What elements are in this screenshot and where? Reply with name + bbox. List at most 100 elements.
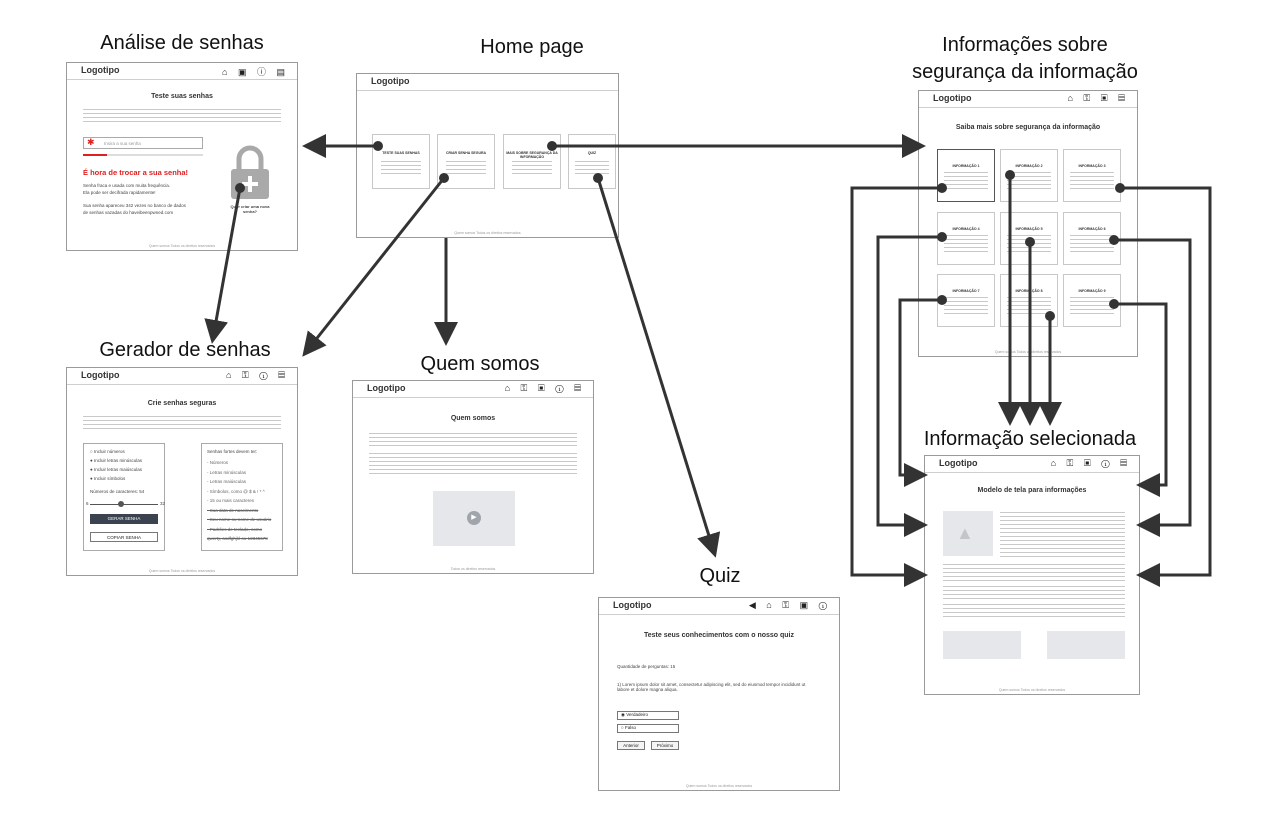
option-true[interactable]: ◉ Verdadeiro (617, 711, 679, 720)
gerador-intro-text (83, 416, 281, 430)
option-4[interactable]: ● Incluir símbolos (90, 476, 125, 481)
title-info-line1: Informações sobre (942, 34, 1108, 56)
info-card-title: INFORMAÇÃO 6 (1078, 227, 1106, 231)
rule-item: - 15 ou mais caracteres (207, 498, 255, 503)
play-icon[interactable]: ▶ (467, 511, 481, 525)
selecionada-frame: Logotipo ⌂ ⚿ ▣ ⓘ ▤ Modelo de tela para in… (924, 455, 1140, 695)
info-card-2[interactable]: INFORMAÇÃO 2 (1000, 149, 1058, 202)
nav-icons[interactable]: ⌂ ▣ ⓘ ▤ (222, 65, 289, 78)
option-2[interactable]: ● Incluir letras minúsculas (90, 458, 142, 463)
info-heading: Saiba mais sobre segurança da informação (955, 124, 1101, 131)
quem-footer: Todos os direitos reservados (450, 567, 496, 571)
quem-heading: Quem somos (450, 415, 496, 422)
image-placeholder-1: ▲ (943, 511, 993, 556)
quem-frame: Logotipo ⌂ ⚿ ▣ ⓘ ▤ Quem somos ▶ Todos os … (352, 380, 594, 574)
alert-text-4: de senhas vazadas do haveibeenpwned.com (83, 210, 174, 215)
info-card-3[interactable]: INFORMAÇÃO 3 (1063, 149, 1121, 202)
nav-icons[interactable]: ⌂ ⚿ ▣ ⓘ ▤ (1051, 458, 1131, 469)
home-card-1[interactable]: TESTE SUAS SENHAS (372, 134, 430, 189)
quiz-question: 1) Lorem ipsum dolor sit amet, consectet… (617, 682, 806, 692)
prev-button[interactable]: Anterior (617, 741, 645, 750)
info-card-title: INFORMAÇÃO 8 (1015, 289, 1043, 293)
rules-panel: Senhas fortes devem ter: - Números - Letr… (201, 443, 283, 551)
generate-button[interactable]: GERAR SENHA (90, 514, 158, 524)
home-frame: Logotipo TESTE SUAS SENHAS CRIAR SENHA S… (356, 73, 619, 238)
analise-intro-text (83, 109, 281, 123)
selecionada-text-3 (943, 564, 1125, 582)
selecionada-text-2 (1000, 544, 1125, 560)
info-card-title: INFORMAÇÃO 9 (1078, 289, 1106, 293)
analise-header: Logotipo ⌂ ▣ ⓘ ▤ (67, 63, 297, 80)
nav-icons[interactable]: ◀ ⌂ ⚿ ▣ ⓘ (749, 600, 831, 611)
quiz-header: Logotipo ◀ ⌂ ⚿ ▣ ⓘ (599, 598, 839, 615)
slider-min: 6 (86, 501, 89, 506)
info-card-7[interactable]: INFORMAÇÃO 7 (937, 274, 995, 327)
video-placeholder[interactable]: ▶ (433, 491, 515, 546)
rules-title: Senhas fortes devem ter: (207, 449, 258, 454)
copy-button[interactable]: COPIAR SENHA (90, 532, 158, 542)
rule-item: - Letras maiúsculas (207, 479, 247, 484)
title-gerador: Gerador de senhas (99, 339, 271, 361)
selecionada-text-1 (1000, 512, 1125, 542)
info-frame: Logotipo ⌂ ⚿ ▣ ▤ Saiba mais sobre seguran… (918, 90, 1138, 357)
gerador-heading: Crie senhas seguras (147, 400, 217, 407)
selecionada-header: Logotipo ⌂ ⚿ ▣ ⓘ ▤ (925, 456, 1139, 473)
quem-text-1 (369, 433, 577, 447)
title-home: Home page (480, 36, 584, 58)
info-header: Logotipo ⌂ ⚿ ▣ ▤ (919, 91, 1137, 108)
logo: Logotipo (81, 65, 120, 75)
nav-icons[interactable]: ⌂ ⚿ ⓘ ▤ (226, 370, 289, 381)
next-button[interactable]: Próximo (651, 741, 679, 750)
rule-item: - Letras minúsculas (207, 469, 247, 475)
logo: Logotipo (81, 370, 120, 380)
quiz-footer: Quem somos Todos os direitos reservados (685, 784, 753, 788)
nav-icons[interactable]: ⌂ ⚿ ▣ ▤ (1068, 93, 1130, 104)
length-slider[interactable] (90, 501, 158, 507)
info-card-title: INFORMAÇÃO 2 (1015, 164, 1043, 168)
info-card-title: INFORMAÇÃO 5 (1015, 227, 1043, 231)
selecionada-text-5 (943, 604, 1125, 618)
logo: Logotipo (371, 76, 410, 86)
nav-icons[interactable]: ⌂ ⚿ ▣ ⓘ ▤ (505, 383, 585, 394)
selecionada-footer: Quem somos Todos os direitos reservados (998, 688, 1066, 692)
options-panel: ○ Incluir números ● Incluir letras minús… (83, 443, 165, 551)
info-card-6[interactable]: INFORMAÇÃO 6 (1063, 212, 1121, 265)
home-header: Logotipo (357, 74, 618, 91)
selecionada-heading: Modelo de tela para informações (977, 487, 1087, 494)
home-card-2-title: CRIAR SENHA SEGURA (445, 151, 487, 155)
gerador-frame: Logotipo ⌂ ⚿ ⓘ ▤ Crie senhas seguras ○ In… (66, 367, 298, 576)
home-footer: Quem somos Todos os direitos reservados (454, 231, 521, 235)
logo: Logotipo (613, 600, 652, 610)
password-input[interactable]: ✱ Insira a sua senha (83, 137, 203, 149)
gerador-header: Logotipo ⌂ ⚿ ⓘ ▤ (67, 368, 297, 385)
quiz-heading: Teste seus conhecimentos com o nosso qui… (643, 632, 794, 639)
home-card-2[interactable]: CRIAR SENHA SEGURA (437, 134, 495, 189)
option-false[interactable]: ○ Falso (617, 724, 679, 733)
title-selecionada: Informação selecionada (923, 428, 1137, 450)
info-card-5[interactable]: INFORMAÇÃO 5 (1000, 212, 1058, 265)
image-placeholder-3 (1047, 631, 1125, 659)
rule-item: qwerty, asdfghjkl ou 12345678 (207, 536, 268, 541)
info-footer: Quem somos Todos os direitos reservados (994, 350, 1062, 354)
home-card-3[interactable]: MAIS SOBRE SEGURANÇA DA INFORMAÇÃO (503, 134, 561, 189)
home-card-4[interactable]: QUIZ (568, 134, 616, 189)
home-card-4-title: QUIZ (587, 151, 597, 155)
info-card-title: INFORMAÇÃO 1 (952, 164, 980, 168)
info-card-title: INFORMAÇÃO 3 (1078, 164, 1106, 168)
quem-header: Logotipo ⌂ ⚿ ▣ ⓘ ▤ (353, 381, 593, 398)
info-card-8[interactable]: INFORMAÇÃO 8 (1000, 274, 1058, 327)
logo: Logotipo (933, 93, 972, 103)
info-card-4[interactable]: INFORMAÇÃO 4 (937, 212, 995, 265)
info-card-9[interactable]: INFORMAÇÃO 9 (1063, 274, 1121, 327)
quiz-frame: Logotipo ◀ ⌂ ⚿ ▣ ⓘ Teste seus conheciment… (598, 597, 840, 791)
image-placeholder-2 (943, 631, 1021, 659)
info-card-1[interactable]: INFORMAÇÃO 1 (937, 149, 995, 202)
option-3[interactable]: ● Incluir letras maiúsculas (90, 467, 142, 472)
info-card-title: INFORMAÇÃO 4 (952, 227, 980, 231)
alert-text-2: Ela pode ser decifrada rapidamente! (83, 190, 156, 195)
option-1[interactable]: ○ Incluir números (90, 449, 125, 454)
alert-text-1: Senha fraca e usada com muita frequência… (83, 183, 171, 188)
lock-icon[interactable] (225, 143, 275, 203)
analise-footer: Quem somos Todos os direitos reservados (148, 244, 216, 248)
title-quiz: Quiz (699, 565, 741, 587)
